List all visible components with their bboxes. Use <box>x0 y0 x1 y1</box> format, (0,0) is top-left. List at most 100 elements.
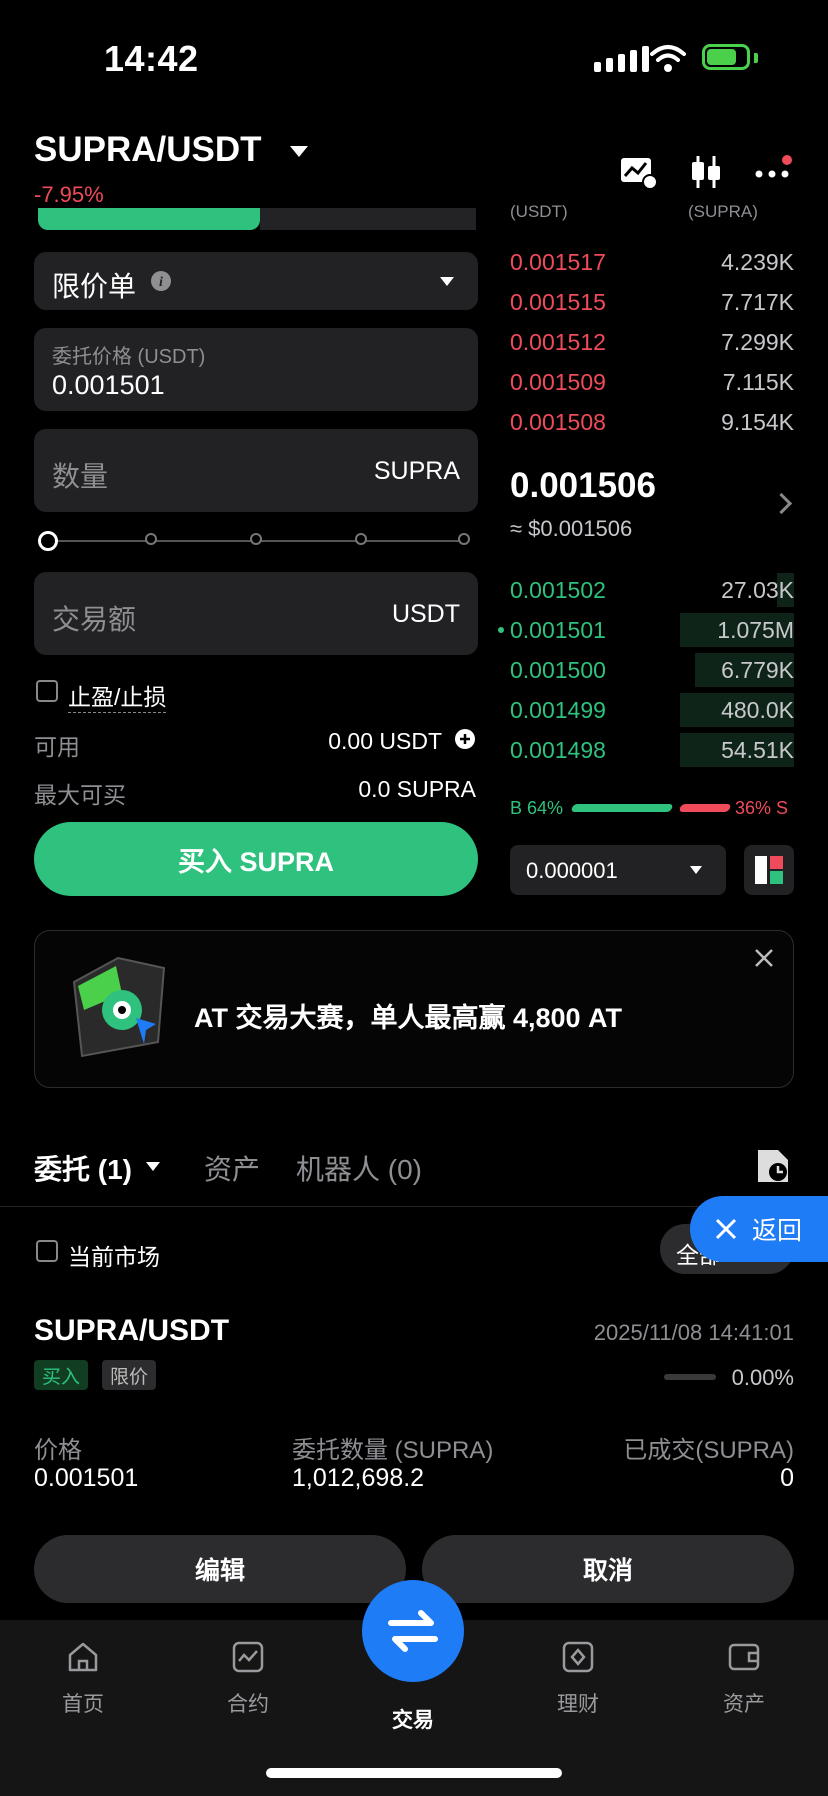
svg-text:i: i <box>159 275 163 290</box>
back-button[interactable]: 返回 <box>690 1196 828 1262</box>
bid-qty: 480.0K <box>721 696 794 723</box>
battery-icon <box>702 44 750 70</box>
home-indicator[interactable] <box>266 1768 562 1778</box>
slider-step-75[interactable] <box>355 533 367 545</box>
buy-button[interactable]: 买入 SUPRA <box>34 822 478 896</box>
price-column-header: (USDT) <box>510 202 568 221</box>
slider-knob[interactable] <box>38 531 58 551</box>
nav-futures[interactable]: 合约 <box>188 1640 308 1718</box>
bid-row[interactable]: 0.001498 54.51K <box>510 733 794 767</box>
bid-row[interactable]: 0.001501 1.075M <box>510 613 794 647</box>
bid-price: 0.001498 <box>510 736 606 763</box>
back-label: 返回 <box>752 1217 803 1245</box>
more-icon[interactable] <box>754 152 794 192</box>
futures-chart-icon <box>232 1641 264 1673</box>
close-icon[interactable] <box>752 946 776 970</box>
bid-price: 0.001501 <box>510 616 606 643</box>
buy-ratio: B 64% <box>510 798 564 818</box>
chevron-down-icon <box>690 866 702 874</box>
ask-price: 0.001517 <box>510 248 606 275</box>
amount-unit: SUPRA <box>373 457 460 485</box>
wallet-icon <box>728 1643 760 1671</box>
bid-price: 0.001499 <box>510 696 606 723</box>
ask-price: 0.001515 <box>510 288 606 315</box>
ask-row[interactable]: 0.001508 9.154K <box>510 405 794 439</box>
earn-icon <box>562 1641 594 1673</box>
order-side-badge: 买入 <box>34 1360 89 1390</box>
slider-step-100[interactable] <box>458 533 470 545</box>
current-market-checkbox[interactable] <box>36 1240 58 1262</box>
tab-orders[interactable]: 委托 (1) <box>34 1148 132 1188</box>
cancel-order-button[interactable]: 取消 <box>422 1535 794 1603</box>
tpsl-checkbox[interactable] <box>36 680 58 702</box>
trade-fab-button[interactable] <box>362 1580 464 1682</box>
wifi-icon <box>650 45 686 72</box>
bid-row[interactable]: 0.001502 27.03K <box>510 573 794 607</box>
add-circle-icon[interactable] <box>454 728 476 750</box>
slider-step-50[interactable] <box>250 533 262 545</box>
edit-order-button[interactable]: 编辑 <box>34 1535 406 1603</box>
bid-qty: 6.779K <box>721 656 794 683</box>
nav-assets[interactable]: 资产 <box>684 1640 804 1718</box>
chevron-right-icon[interactable] <box>770 492 793 515</box>
price-field-label: 委托价格 (USDT) <box>52 346 206 368</box>
total-unit: USDT <box>391 600 460 628</box>
available-label: 可用 <box>34 734 80 760</box>
order-type-select[interactable]: 限价单 i <box>34 252 478 310</box>
trophy-flag-icon <box>72 956 166 1058</box>
fill-percent: 0.00% <box>731 1365 794 1390</box>
tpsl-label[interactable]: 止盈/止损 <box>68 678 167 713</box>
nav-home[interactable]: 首页 <box>23 1640 143 1718</box>
buy-sell-tabs[interactable] <box>34 208 478 232</box>
battery-cap <box>754 53 758 63</box>
order-amount-label: 委托数量 (SUPRA) <box>292 1437 494 1464</box>
ask-qty: 9.154K <box>721 408 794 435</box>
chevron-down-icon[interactable] <box>146 1162 160 1171</box>
tab-assets[interactable]: 资产 <box>204 1148 260 1188</box>
bid-qty: 1.075M <box>717 616 794 643</box>
nav-trade[interactable]: 交易 <box>353 1690 473 1734</box>
buy-tab[interactable] <box>38 208 260 230</box>
max-buy-value: 0.0 SUPRA <box>358 776 476 802</box>
home-icon <box>68 1642 98 1672</box>
ask-row[interactable]: 0.001515 7.717K <box>510 285 794 319</box>
ask-row[interactable]: 0.001509 7.115K <box>510 365 794 399</box>
book-layout-button[interactable] <box>744 845 794 895</box>
precision-select[interactable]: 0.000001 <box>510 845 726 895</box>
buy-ratio-bar <box>570 804 674 812</box>
tab-bots[interactable]: 机器人 (0) <box>296 1148 422 1188</box>
book-layout-icon <box>755 856 783 884</box>
total-field[interactable]: 交易额 USDT <box>34 572 478 655</box>
bid-row[interactable]: 0.001499 480.0K <box>510 693 794 727</box>
current-market-label[interactable]: 当前市场 <box>68 1238 160 1272</box>
chart-icon[interactable] <box>618 152 658 192</box>
order-filled-label: 已成交(SUPRA) <box>623 1437 794 1464</box>
nav-futures-label: 合约 <box>227 1693 269 1716</box>
ask-qty: 7.115K <box>722 368 794 395</box>
order-history-icon[interactable] <box>756 1148 790 1184</box>
order-price-label: 价格 <box>34 1437 82 1464</box>
ask-row[interactable]: 0.001517 4.239K <box>510 245 794 279</box>
order-pair: SUPRA/USDT <box>34 1314 230 1347</box>
bid-qty: 54.51K <box>721 736 794 763</box>
price-field[interactable]: 委托价格 (USDT) 0.001501 <box>34 328 478 411</box>
ask-price: 0.001509 <box>510 368 606 395</box>
slider-step-25[interactable] <box>145 533 157 545</box>
ask-row[interactable]: 0.001512 7.299K <box>510 325 794 359</box>
price-field-value[interactable]: 0.001501 <box>52 370 165 401</box>
last-price[interactable]: 0.001506 <box>510 466 656 506</box>
last-price-usd: ≈ $0.001506 <box>510 516 633 541</box>
candlestick-icon[interactable] <box>686 152 726 192</box>
amount-field[interactable]: 数量 SUPRA <box>34 429 478 512</box>
amount-placeholder: 数量 <box>52 461 109 492</box>
banner-text[interactable]: AT 交易大赛，单人最高赢 4,800 AT <box>194 996 622 1035</box>
bid-price: 0.001502 <box>510 576 606 603</box>
nav-earn[interactable]: 理财 <box>518 1640 638 1718</box>
swap-arrows-icon <box>388 1610 438 1652</box>
sell-tab[interactable] <box>260 208 476 230</box>
bid-row[interactable]: 0.001500 6.779K <box>510 653 794 687</box>
chevron-down-icon[interactable] <box>290 146 308 157</box>
pair-title[interactable]: SUPRA/USDT <box>34 130 262 170</box>
info-icon[interactable]: i <box>150 270 172 292</box>
order-type-label: 限价单 <box>52 271 137 302</box>
